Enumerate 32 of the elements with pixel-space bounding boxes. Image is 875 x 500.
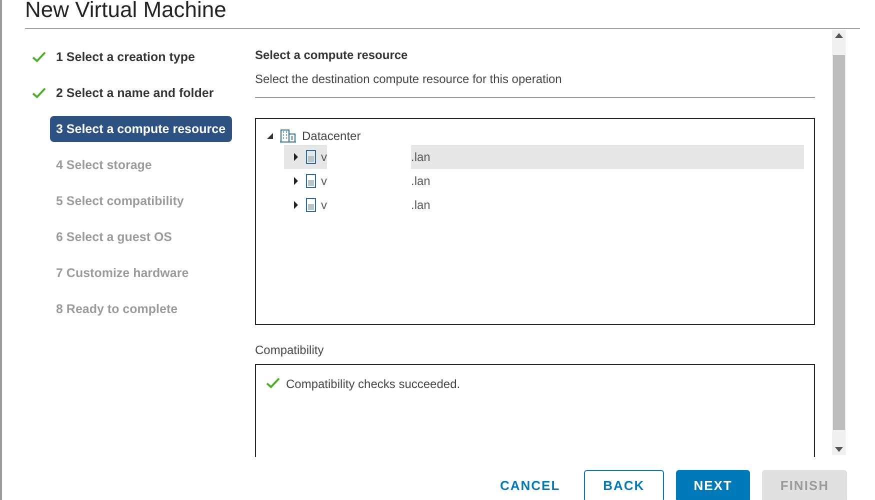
- wizard-step[interactable]: 1 Select a creation type: [50, 44, 201, 70]
- scrollbar[interactable]: [832, 30, 846, 455]
- host-name-prefix: v: [321, 197, 327, 214]
- host-name-suffix: .lan: [411, 197, 430, 214]
- link-button[interactable]: CANCEL: [488, 470, 572, 500]
- host-row[interactable]: v .lan: [284, 145, 804, 169]
- scroll-up-icon[interactable]: [835, 33, 843, 38]
- wizard-step[interactable]: 3 Select a compute resource: [50, 116, 232, 142]
- host-name-prefix: v: [321, 173, 327, 190]
- host-name-prefix: v: [321, 149, 327, 166]
- wizard-button[interactable]: BACK: [584, 470, 664, 500]
- server-icon: [306, 174, 316, 188]
- check-icon: [266, 377, 280, 389]
- host-name-suffix: .lan: [411, 149, 430, 166]
- section-label: Compatibility: [255, 342, 325, 359]
- wizard-button[interactable]: NEXT: [676, 470, 750, 500]
- scroll-thumb[interactable]: [833, 55, 845, 430]
- page-title: Select a compute resource: [255, 47, 409, 64]
- server-icon: [306, 198, 316, 212]
- caret-right-icon[interactable]: [292, 153, 300, 161]
- host-name-suffix: .lan: [411, 173, 430, 190]
- page-subtitle: Select the destination compute resource for this operation: [255, 71, 563, 88]
- caret-down-icon[interactable]: [266, 132, 274, 140]
- tree-item[interactable]: Datacenter: [302, 127, 361, 145]
- window-title: New Virtual Machine: [25, 0, 226, 24]
- building-icon: [280, 129, 296, 143]
- compatibility-message: Compatibility checks succeeded.: [286, 376, 460, 393]
- caret-right-icon[interactable]: [292, 177, 300, 185]
- caret-right-icon[interactable]: [292, 201, 300, 209]
- server-icon: [306, 150, 316, 164]
- scroll-down-icon[interactable]: [835, 447, 843, 452]
- wizard-step[interactable]: 2 Select a name and folder: [50, 80, 220, 106]
